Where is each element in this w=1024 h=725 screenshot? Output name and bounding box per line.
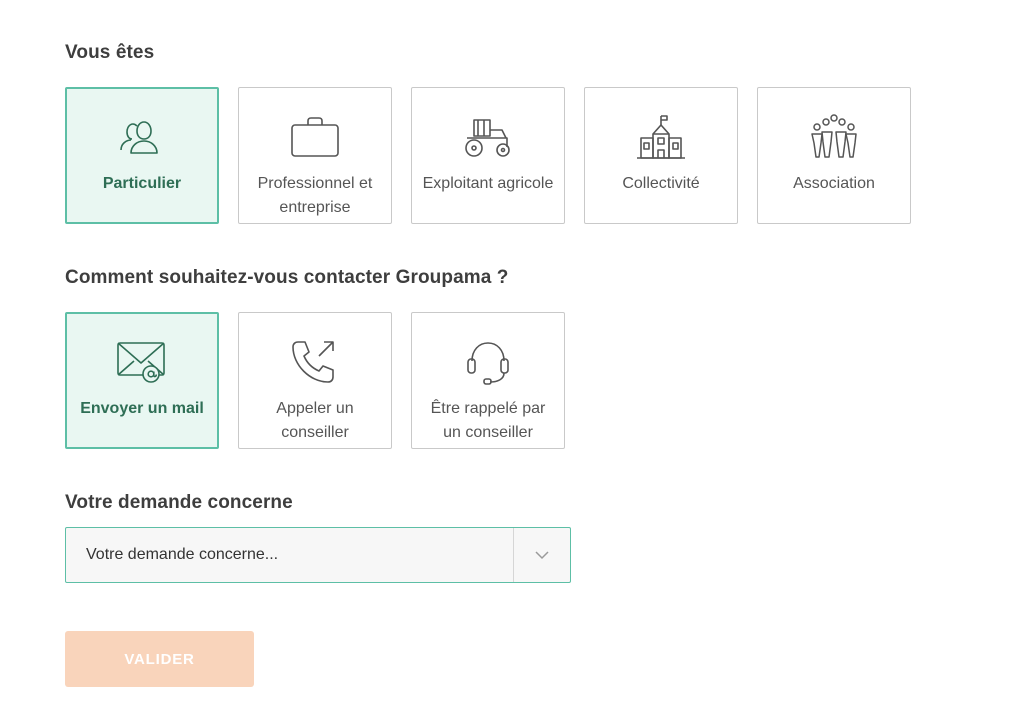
option-label: Particulier [102,175,182,192]
profile-options: Particulier Professionnel et entreprise … [65,87,911,224]
request-select[interactable]: Votre demande concerne... [65,527,571,583]
option-label: Être rappelé par un conseiller [430,400,546,441]
profile-option-collectivite[interactable]: Collectivité [584,87,738,224]
town-hall-icon [635,114,687,160]
profile-option-exploitant[interactable]: Exploitant agricole [411,87,565,224]
mail-icon [116,339,168,385]
people-icon [117,114,167,160]
option-label: Collectivité [622,175,700,192]
option-label: Association [793,175,875,192]
request-heading: Votre demande concerne [65,492,293,513]
contact-options: Envoyer un mail Appeler un conseiller Êt… [65,312,565,449]
submit-button[interactable]: VALIDER [65,631,254,687]
group-icon [808,114,860,160]
headset-icon [462,339,514,385]
contact-option-callback[interactable]: Être rappelé par un conseiller [411,312,565,449]
profile-heading: Vous êtes [65,42,155,63]
contact-option-mail[interactable]: Envoyer un mail [65,312,219,449]
contact-option-call[interactable]: Appeler un conseiller [238,312,392,449]
option-label: Envoyer un mail [80,400,204,417]
briefcase-icon [289,114,341,160]
request-select-value: Votre demande concerne... [86,546,279,563]
option-label: Exploitant agricole [422,175,554,192]
profile-option-association[interactable]: Association [757,87,911,224]
profile-option-particulier[interactable]: Particulier [65,87,219,224]
contact-heading: Comment souhaitez-vous contacter Groupam… [65,267,509,288]
option-label: Professionnel et entreprise [257,175,373,216]
option-label: Appeler un conseiller [276,400,354,441]
chevron-down-icon[interactable] [513,528,570,582]
tractor-icon [462,114,514,160]
profile-option-professionnel[interactable]: Professionnel et entreprise [238,87,392,224]
phone-icon [289,339,341,385]
